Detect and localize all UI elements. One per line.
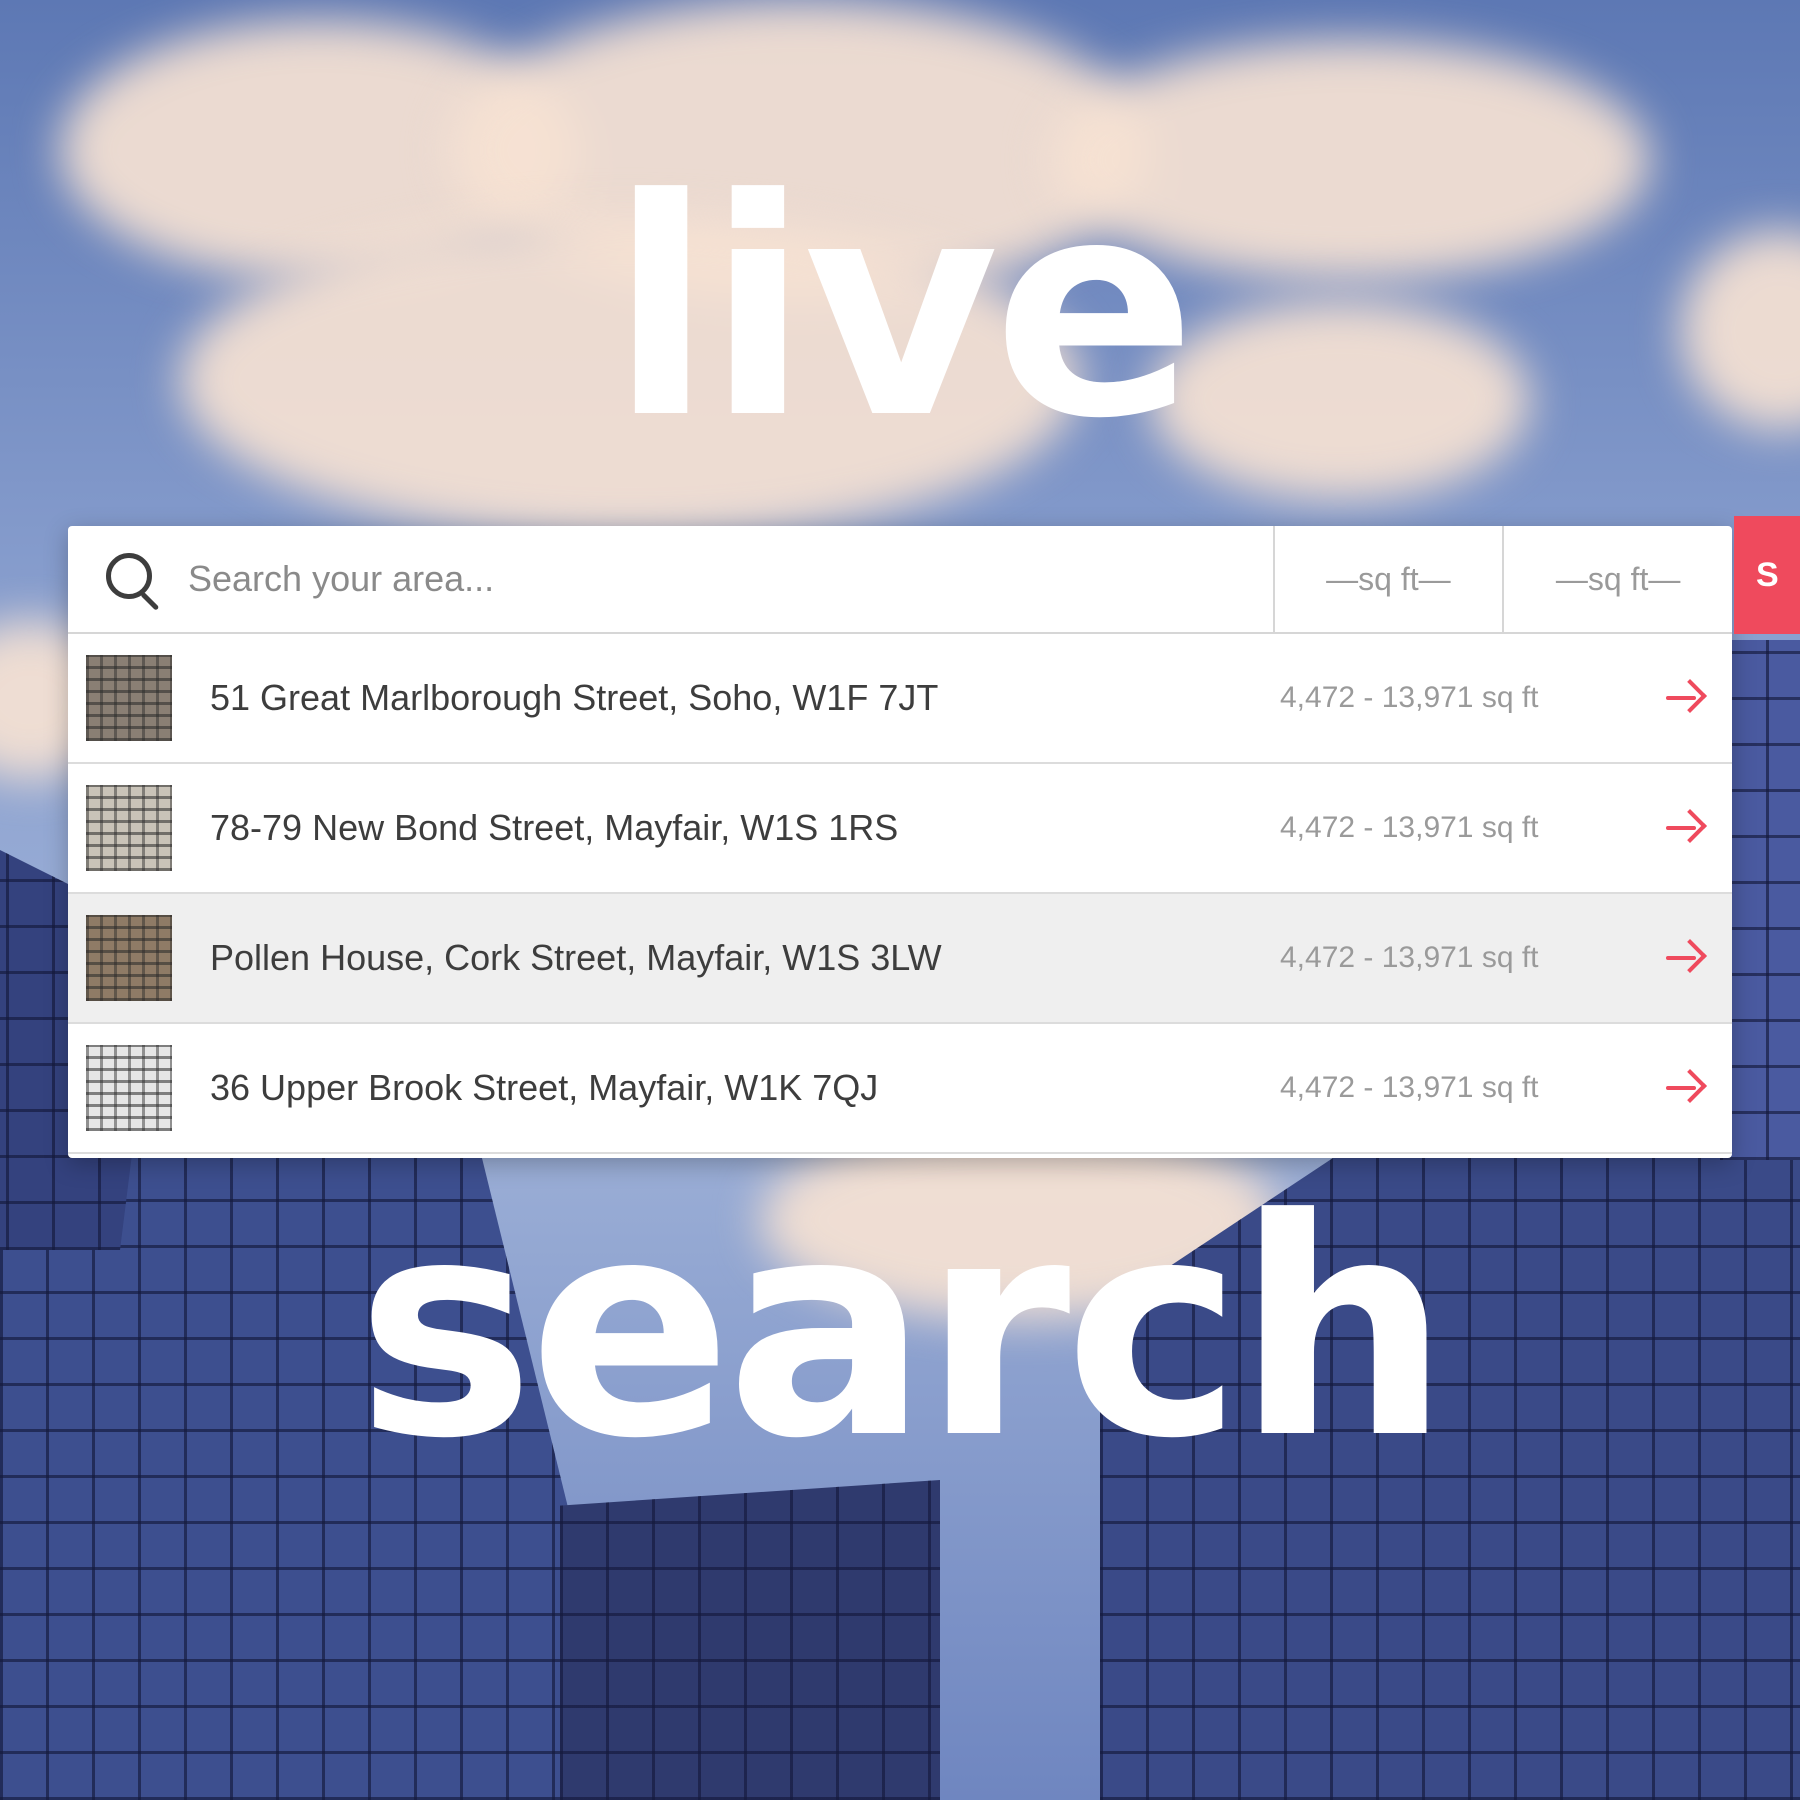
result-row[interactable]: Pollen House, Cork Street, Mayfair, W1S …	[68, 894, 1732, 1024]
property-thumbnail	[86, 1045, 172, 1131]
arrow-right-icon[interactable]	[1660, 808, 1708, 848]
result-address: 51 Great Marlborough Street, Soho, W1F 7…	[210, 677, 939, 718]
min-sqft-label: —sq ft—	[1326, 560, 1451, 597]
hero-live-text: live	[609, 135, 1197, 484]
result-address: 36 Upper Brook Street, Mayfair, W1K 7QJ	[210, 1067, 879, 1108]
max-sqft-label: —sq ft—	[1555, 560, 1681, 597]
result-row[interactable]: 78-79 New Bond Street, Mayfair, W1S 1RS 4…	[68, 764, 1732, 894]
arrow-right-icon[interactable]	[1660, 938, 1708, 978]
result-size-range: 4,472 - 13,971 sq ft	[1280, 1071, 1539, 1104]
arrow-right-icon[interactable]	[1660, 678, 1708, 718]
search-button[interactable]: S	[1734, 516, 1800, 634]
property-thumbnail	[86, 915, 172, 1001]
arrow-right-icon[interactable]	[1660, 1068, 1708, 1108]
max-sqft-select[interactable]: —sq ft—	[1504, 526, 1732, 632]
property-thumbnail	[86, 785, 172, 871]
search-bar: —sq ft— —sq ft—	[68, 526, 1732, 634]
result-address: 78-79 New Bond Street, Mayfair, W1S 1RS	[210, 807, 899, 848]
search-input[interactable]	[186, 557, 1170, 601]
search-field-container	[68, 526, 1275, 632]
property-thumbnail	[86, 655, 172, 741]
search-panel: —sq ft— —sq ft— S 51 Great Marlborough S…	[68, 516, 1800, 1158]
result-size-range: 4,472 - 13,971 sq ft	[1280, 941, 1539, 974]
hero-search-text: search	[356, 1155, 1450, 1504]
result-row[interactable]: 36 Upper Brook Street, Mayfair, W1K 7QJ 4…	[68, 1024, 1732, 1154]
result-size-range: 4,472 - 13,971 sq ft	[1280, 811, 1539, 844]
search-icon	[104, 551, 160, 611]
result-size-range: 4,472 - 13,971 sq ft	[1280, 681, 1539, 714]
result-address: Pollen House, Cork Street, Mayfair, W1S …	[210, 937, 942, 978]
min-sqft-select[interactable]: —sq ft—	[1275, 526, 1505, 632]
result-row[interactable]: 51 Great Marlborough Street, Soho, W1F 7…	[68, 634, 1732, 764]
